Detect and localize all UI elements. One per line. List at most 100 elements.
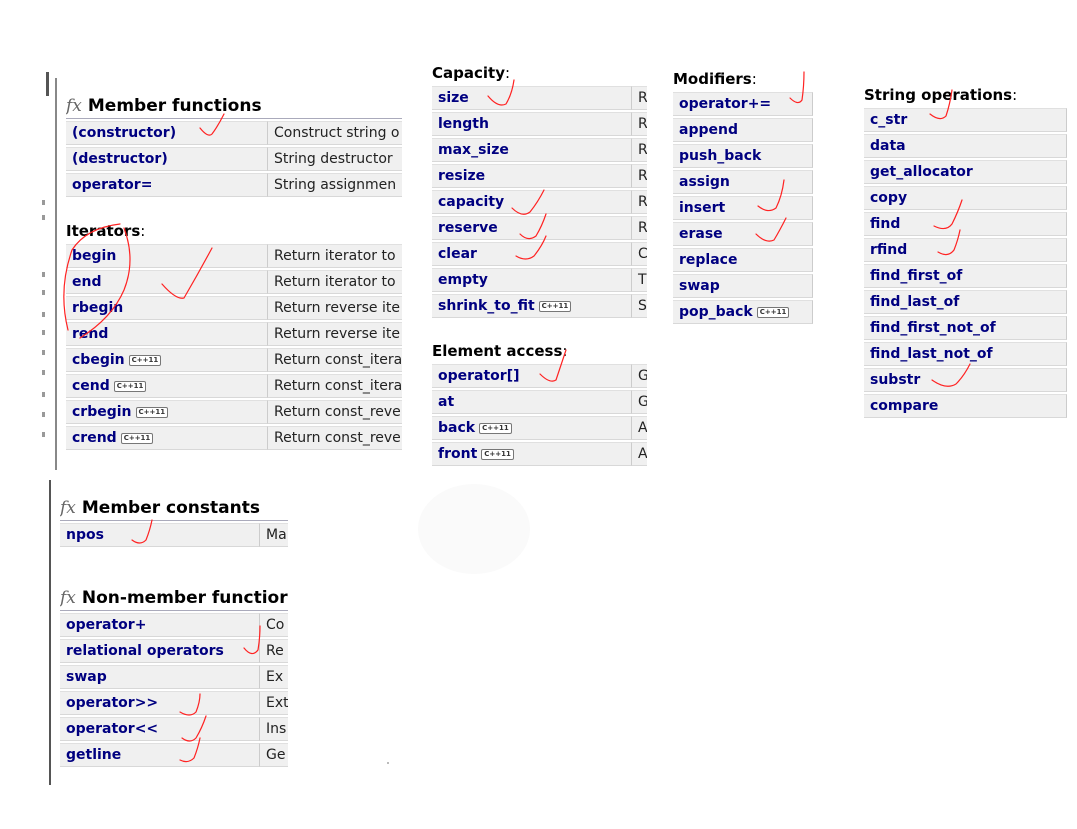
function-link[interactable]: operator>> xyxy=(60,691,260,715)
table-row: empty T xyxy=(432,268,647,292)
function-link[interactable]: end xyxy=(66,270,268,294)
function-link[interactable]: max_size xyxy=(432,138,632,162)
stray-dot xyxy=(387,762,389,764)
function-link[interactable]: c_str xyxy=(864,108,1067,132)
cpp11-badge-icon: C++11 xyxy=(135,407,169,418)
function-link[interactable]: at xyxy=(432,390,632,414)
heading-text: Element access xyxy=(432,342,563,360)
function-link[interactable]: swap xyxy=(60,665,260,689)
function-link[interactable]: find_first_of xyxy=(864,264,1067,288)
function-link[interactable]: crbegin C++11 xyxy=(66,400,268,424)
function-link[interactable]: relational operators xyxy=(60,639,260,663)
function-desc: Return const_reve xyxy=(268,426,402,450)
function-name: reserve xyxy=(438,220,498,236)
function-name: operator[] xyxy=(438,368,520,384)
function-desc: Return const_itera xyxy=(268,374,402,398)
function-link[interactable]: operator[] xyxy=(432,364,632,388)
table-row: rfind xyxy=(864,238,1067,262)
iterators-panel: Iterators: begin Return iterator to end Re… xyxy=(66,220,402,452)
table-row: push_back xyxy=(673,144,813,168)
section-heading-capacity: Capacity: xyxy=(432,64,511,82)
function-name: length xyxy=(438,116,489,132)
string-operations-panel: String operations: c_str data get_alloca… xyxy=(864,84,1067,420)
member-constants-table: npos Ma xyxy=(60,521,288,549)
table-row: substr xyxy=(864,368,1067,392)
function-link[interactable]: begin xyxy=(66,244,268,268)
table-row: at G xyxy=(432,390,647,414)
function-link[interactable]: substr xyxy=(864,368,1067,392)
function-name: crbegin xyxy=(72,404,132,420)
function-link[interactable]: get_allocator xyxy=(864,160,1067,184)
function-link[interactable]: push_back xyxy=(673,144,813,168)
function-name: replace xyxy=(679,252,738,268)
function-link[interactable]: find_first_not_of xyxy=(864,316,1067,340)
edge-tick xyxy=(42,350,45,355)
function-name: cend xyxy=(72,378,110,394)
function-link[interactable]: operator<< xyxy=(60,717,260,741)
function-link[interactable]: getline xyxy=(60,743,260,767)
function-name: begin xyxy=(72,248,117,264)
function-link[interactable]: length xyxy=(432,112,632,136)
function-link[interactable]: insert xyxy=(673,196,813,220)
table-row: max_size R xyxy=(432,138,647,162)
function-desc: Return reverse ite xyxy=(268,296,402,320)
function-desc: Ex xyxy=(260,665,288,689)
function-link[interactable]: crend C++11 xyxy=(66,426,268,450)
function-link[interactable]: find xyxy=(864,212,1067,236)
function-link[interactable]: reserve xyxy=(432,216,632,240)
function-link[interactable]: rfind xyxy=(864,238,1067,262)
function-link[interactable]: npos xyxy=(60,523,260,547)
function-link[interactable]: cbegin C++11 xyxy=(66,348,268,372)
function-name: operator>> xyxy=(66,695,159,711)
function-name: copy xyxy=(870,190,908,206)
function-desc: T xyxy=(632,268,647,292)
function-name: npos xyxy=(66,527,104,543)
table-row: assign xyxy=(673,170,813,194)
function-link[interactable]: back C++11 xyxy=(432,416,632,440)
function-desc: String destructor xyxy=(268,147,402,171)
table-row: cend C++11 Return const_itera xyxy=(66,374,402,398)
function-link[interactable]: empty xyxy=(432,268,632,292)
function-name: resize xyxy=(438,168,486,184)
function-link[interactable]: operator+ xyxy=(60,613,260,637)
function-name: back xyxy=(438,420,476,436)
function-link[interactable]: shrink_to_fit C++11 xyxy=(432,294,632,318)
function-link[interactable]: (destructor) xyxy=(66,147,268,171)
function-link[interactable]: rend xyxy=(66,322,268,346)
function-name: find_first_not_of xyxy=(870,320,996,336)
section-title-text: Member functions xyxy=(87,96,262,116)
function-link[interactable]: front C++11 xyxy=(432,442,632,466)
function-link[interactable]: append xyxy=(673,118,813,142)
table-row: (destructor) String destructor xyxy=(66,147,402,171)
function-link[interactable]: capacity xyxy=(432,190,632,214)
function-link[interactable]: find_last_not_of xyxy=(864,342,1067,366)
function-name: shrink_to_fit xyxy=(438,298,535,314)
section-heading-iterators: Iterators: xyxy=(66,222,146,240)
function-link[interactable]: operator+= xyxy=(673,92,813,116)
function-desc: Ext xyxy=(260,691,288,715)
function-link[interactable]: cend C++11 xyxy=(66,374,268,398)
table-row: size R xyxy=(432,86,647,110)
left-edge-bar xyxy=(46,72,49,96)
function-link[interactable]: operator= xyxy=(66,173,268,197)
function-link[interactable]: compare xyxy=(864,394,1067,418)
function-link[interactable]: copy xyxy=(864,186,1067,210)
function-link[interactable]: clear xyxy=(432,242,632,266)
function-name: empty xyxy=(438,272,488,288)
function-link[interactable]: data xyxy=(864,134,1067,158)
function-link[interactable]: assign xyxy=(673,170,813,194)
function-name: get_allocator xyxy=(870,164,973,180)
function-link[interactable]: resize xyxy=(432,164,632,188)
function-link[interactable]: find_last_of xyxy=(864,290,1067,314)
function-link[interactable]: erase xyxy=(673,222,813,246)
cpp11-badge-icon: C++11 xyxy=(113,381,147,392)
function-name: crend xyxy=(72,430,117,446)
function-link[interactable]: rbegin xyxy=(66,296,268,320)
function-link[interactable]: replace xyxy=(673,248,813,272)
function-link[interactable]: pop_back C++11 xyxy=(673,300,813,324)
function-link[interactable]: swap xyxy=(673,274,813,298)
member-functions-panel: fx Member functions (constructor) Construc… xyxy=(66,94,402,199)
function-link[interactable]: (constructor) xyxy=(66,121,268,145)
table-row: capacity R xyxy=(432,190,647,214)
function-link[interactable]: size xyxy=(432,86,632,110)
